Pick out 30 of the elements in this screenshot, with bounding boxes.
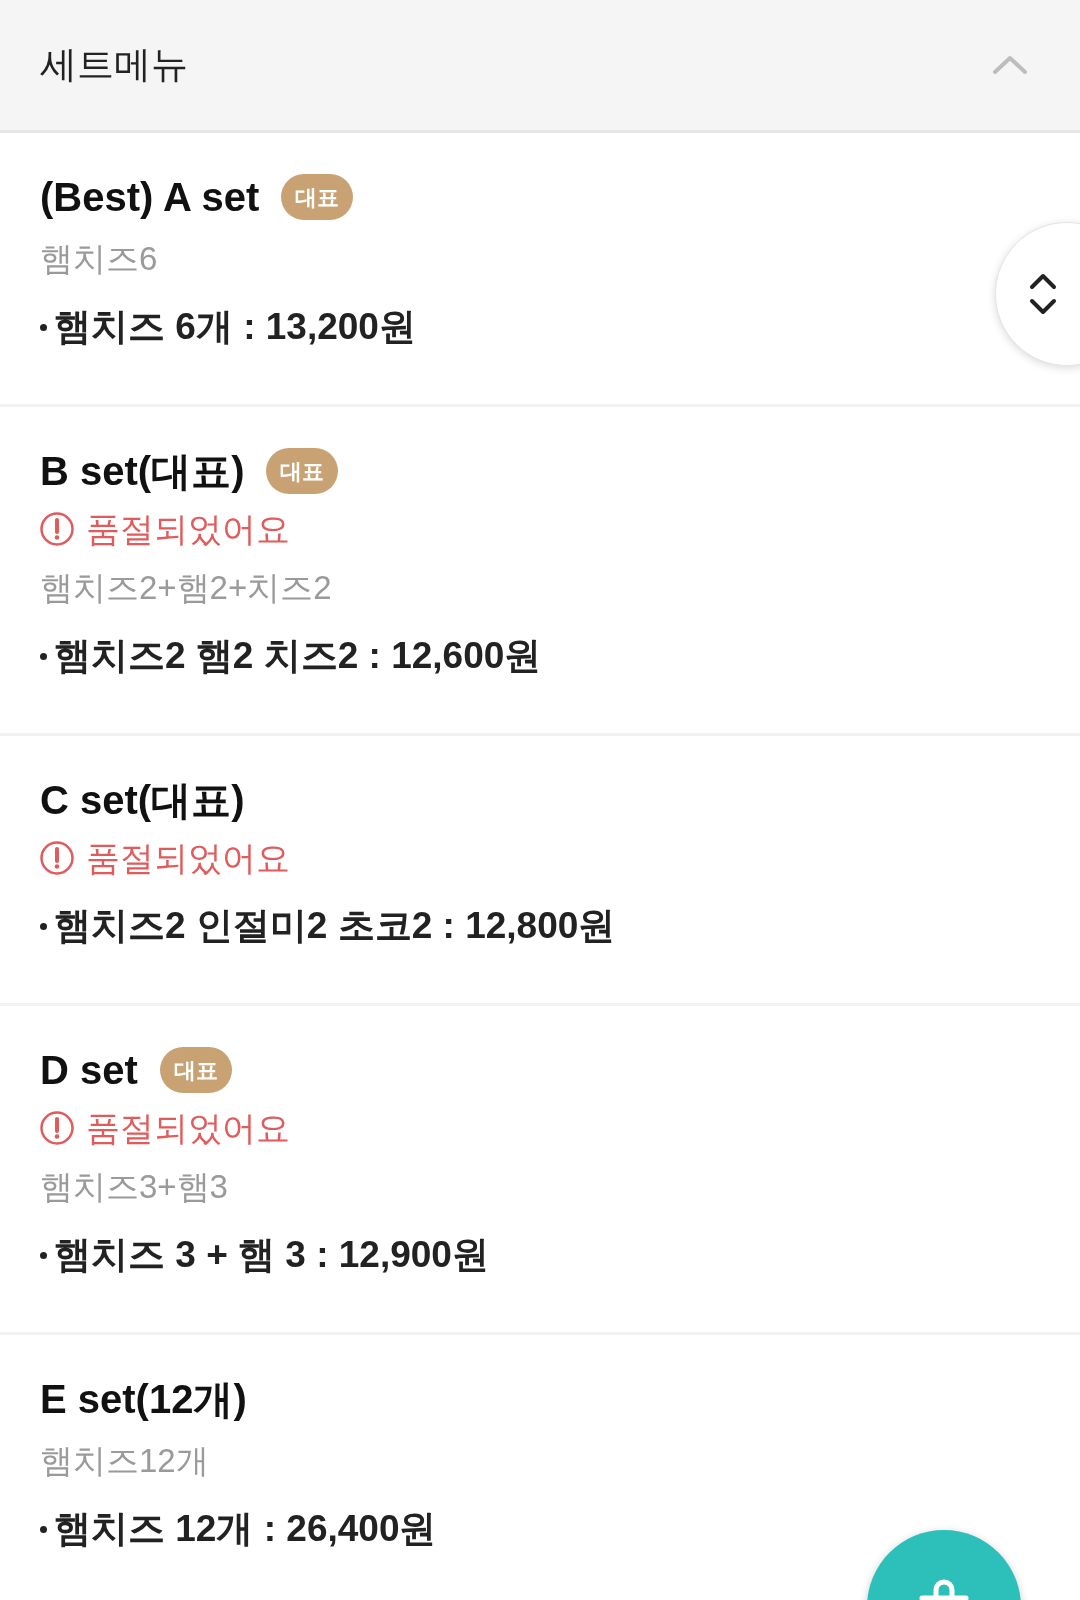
set-title: B set(대표) <box>40 448 245 495</box>
alert-icon <box>40 512 74 546</box>
set-description: 햄치즈6 <box>40 239 158 279</box>
price-line: 햄치즈2 인절미2 초코2 : 12,800원 <box>54 904 616 948</box>
set-title: D set <box>40 1047 138 1094</box>
set-description: 햄치즈3+햄3 <box>40 1167 228 1207</box>
section-header[interactable]: 세트메뉴 <box>0 0 1080 133</box>
section-title: 세트메뉴 <box>40 43 188 88</box>
set-description: 햄치즈2+햄2+치즈2 <box>40 568 332 608</box>
price-line: 햄치즈 6개 : 13,200원 <box>54 305 416 349</box>
sold-out-notice: 품절되었어요 <box>86 1108 290 1149</box>
bullet-icon <box>40 1525 47 1533</box>
bullet-icon <box>40 922 47 930</box>
price-line: 햄치즈 3 + 햄 3 : 12,900원 <box>54 1233 489 1277</box>
bullet-icon <box>40 1251 47 1259</box>
set-title: (Best) A set <box>40 174 260 221</box>
set-description: 햄치즈12개 <box>40 1441 209 1481</box>
sold-out-notice: 품절되었어요 <box>86 509 290 550</box>
price-line: 햄치즈 12개 : 26,400원 <box>54 1507 437 1551</box>
representative-badge: 대표 <box>266 448 339 494</box>
sold-out-notice: 품절되었어요 <box>86 838 290 879</box>
set-title: C set(대표) <box>40 777 245 824</box>
bullet-icon <box>40 323 47 331</box>
set-title: E set(12개) <box>40 1376 247 1423</box>
representative-badge: 대표 <box>159 1047 232 1093</box>
representative-badge: 대표 <box>281 174 354 220</box>
alert-icon <box>40 841 74 875</box>
alert-icon <box>40 1111 74 1145</box>
price-line: 햄치즈2 햄2 치즈2 : 12,600원 <box>54 634 542 678</box>
bullet-icon <box>40 652 47 660</box>
